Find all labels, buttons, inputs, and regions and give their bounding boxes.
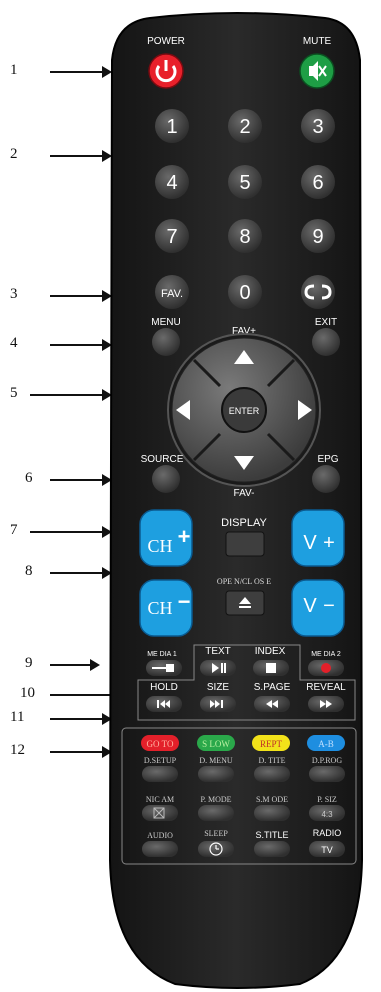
mute-label: MUTE (303, 36, 332, 47)
media1-label: ME DIA 1 (147, 651, 177, 658)
psize-label: P. SIZ (317, 795, 337, 804)
index-label: INDEX (255, 646, 286, 657)
digit-6-label: 6 (312, 172, 323, 194)
digit-8-label: 8 (239, 226, 250, 248)
channel-down-ch-label: CH (147, 598, 172, 618)
power-label: POWER (147, 36, 185, 47)
stitle-label: S.TITLE (255, 830, 288, 840)
audio-label: AUDIO (147, 831, 173, 840)
smode-button[interactable] (254, 805, 290, 821)
pmode-button[interactable] (198, 805, 234, 821)
dtitle-label: D. TITE (259, 756, 286, 765)
open-close-label: OPE N/CL OS E (217, 577, 271, 586)
media2-label: ME DIA 2 (311, 651, 341, 658)
tv-label: TV (321, 845, 333, 855)
menu-label: MENU (151, 317, 180, 328)
volume-up-v-label: V (303, 532, 317, 554)
remote-control: POWER MUTE 1 2 3 4 5 6 7 8 9 FAV. 0 MENU… (108, 12, 364, 989)
slow-label: S LOW (202, 739, 230, 749)
dsetup-label: D.SETUP (144, 756, 177, 765)
volume-down-v-label: V (303, 595, 317, 617)
dsetup-button[interactable] (142, 766, 178, 782)
digit-2-label: 2 (239, 116, 250, 138)
menu-button[interactable] (152, 328, 180, 356)
dprog-button[interactable] (309, 766, 345, 782)
ab-label: A-B (318, 739, 334, 749)
digit-5-label: 5 (239, 172, 250, 194)
digit-0-label: 0 (239, 282, 250, 304)
stop-icon (266, 663, 276, 673)
size-label: SIZE (207, 682, 230, 693)
source-label: SOURCE (141, 454, 184, 465)
volume-up-plus-label: + (323, 532, 335, 554)
repeat-label: REPT (260, 739, 283, 749)
enter-label: ENTER (229, 406, 260, 416)
volume-down-button[interactable] (291, 579, 345, 637)
sleep-label: SLEEP (204, 829, 228, 838)
dprog-label: D.P.ROG (312, 756, 342, 765)
radio-label: RADIO (313, 828, 342, 838)
volume-up-button[interactable] (291, 509, 345, 567)
audio-button[interactable] (142, 841, 178, 857)
exit-label: EXIT (315, 317, 337, 328)
aspect-label: 4:3 (321, 810, 333, 819)
hold-label: HOLD (150, 682, 178, 693)
record-icon (321, 663, 331, 673)
digit-4-label: 4 (166, 172, 177, 194)
dmenu-label: D. MENU (199, 756, 233, 765)
channel-up-ch-label: CH (147, 536, 172, 556)
reveal-label: REVEAL (306, 682, 346, 693)
epg-button[interactable] (312, 465, 340, 493)
source-button[interactable] (152, 465, 180, 493)
dmenu-button[interactable] (198, 766, 234, 782)
digit-3-label: 3 (312, 116, 323, 138)
digit-1-label: 1 (166, 116, 177, 138)
channel-up-plus-label: + (178, 524, 191, 549)
fav-minus-label: FAV- (234, 488, 255, 499)
digit-9-label: 9 (312, 226, 323, 248)
nicam-label: NIC AM (146, 795, 174, 804)
smode-label: S.M ODE (256, 795, 288, 804)
goto-label: GO TO (147, 739, 174, 749)
nicam-button[interactable] (142, 805, 178, 821)
pmode-label: P. MODE (200, 795, 231, 804)
display-label: DISPLAY (221, 517, 267, 529)
dtitle-button[interactable] (254, 766, 290, 782)
channel-down-minus-label: − (178, 589, 191, 614)
digit-7-label: 7 (166, 226, 177, 248)
exit-button[interactable] (312, 328, 340, 356)
epg-label: EPG (317, 454, 338, 465)
spage-label: S.PAGE (254, 682, 291, 693)
fav-label: FAV. (161, 288, 183, 300)
display-button[interactable] (225, 531, 265, 557)
volume-down-minus-label: − (323, 595, 335, 617)
stitle-button[interactable] (254, 841, 290, 857)
text-label: TEXT (205, 646, 231, 657)
